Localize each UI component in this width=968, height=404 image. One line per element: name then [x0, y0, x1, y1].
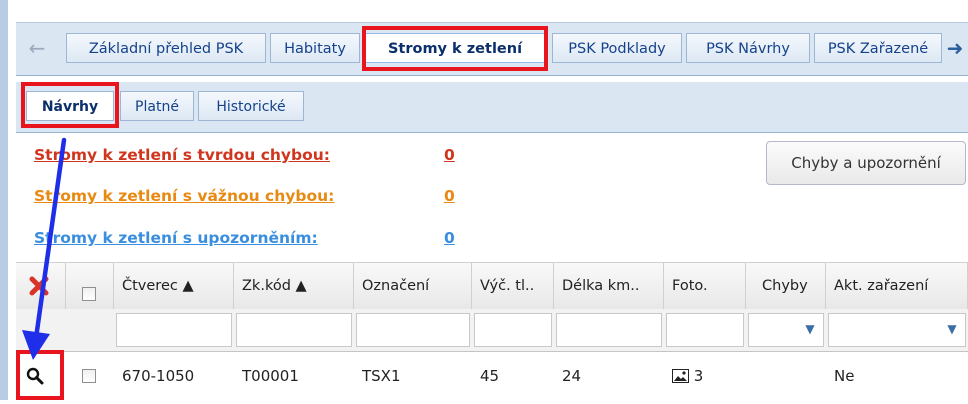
photo-count: 3 [693, 367, 704, 385]
filter-vyc-tl[interactable] [474, 313, 552, 347]
tab-psk-podklady[interactable]: PSK Podklady [552, 33, 682, 63]
filter-zk-kod[interactable] [236, 313, 352, 347]
arrow-right-icon[interactable]: ➜ [944, 34, 966, 62]
col-header-foto[interactable]: Foto. [664, 263, 746, 309]
tab-label: Stromy k zetlení [387, 41, 523, 57]
tab-label: Základní přehled PSK [88, 41, 244, 57]
grid-filter-row: ▼ ▼ [16, 309, 968, 352]
tab-label: PSK Zařazené [827, 41, 929, 57]
grid-header: Čtverec ▲ Zk.kód ▲ Označení Výč. tl.. Dé… [16, 262, 968, 310]
row-checkbox[interactable] [82, 369, 96, 383]
col-header-delka[interactable]: Délka km.. [554, 263, 664, 309]
filter-oznaceni[interactable] [356, 313, 470, 347]
subtab-label: Návrhy [41, 99, 99, 115]
filter-foto[interactable] [666, 313, 744, 347]
detail-cell[interactable] [16, 352, 66, 400]
serious-error-count[interactable]: 0 [444, 184, 455, 208]
chevron-down-icon[interactable]: ▼ [803, 322, 817, 336]
tab-habitaty[interactable]: Habitaty [270, 33, 360, 63]
errors-and-warnings-button[interactable]: Chyby a upozornění [766, 141, 966, 185]
tab-zakladni-prehled[interactable]: Základní přehled PSK [66, 33, 266, 63]
filter-akt-zarazeni-select[interactable]: ▼ [828, 313, 966, 347]
col-header-vyc-tl[interactable]: Výč. tl.. [472, 263, 554, 309]
warning-link[interactable]: Stromy k zetlení s upozorněním: [34, 226, 318, 250]
subtab-historicke[interactable]: Historické [198, 91, 304, 121]
cell-oznaceni: TSX1 [362, 367, 401, 385]
arrow-left-icon[interactable]: ← [26, 34, 48, 62]
image-icon[interactable] [672, 369, 689, 383]
cell-delka: 24 [562, 367, 582, 385]
table-row[interactable]: 670-1050 T00001 TSX1 45 24 3 Ne [16, 352, 968, 400]
chevron-down-icon[interactable]: ▼ [945, 322, 959, 336]
cell-chyby [746, 352, 826, 400]
red-x-icon[interactable] [28, 275, 50, 297]
cell-foto[interactable]: 3 [664, 352, 746, 400]
tab-stromy-k-zetleni[interactable]: Stromy k zetlení [364, 33, 546, 63]
subtab-platne[interactable]: Platné [120, 91, 194, 121]
left-border [0, 0, 8, 400]
trees-grid: Čtverec ▲ Zk.kód ▲ Označení Výč. tl.. Dé… [16, 262, 968, 400]
main-tab-strip: ← Základní přehled PSK Habitaty Stromy k… [16, 22, 968, 76]
hard-error-link[interactable]: Stromy k zetlení s tvrdou chybou: [34, 143, 330, 167]
filter-chyby-select[interactable]: ▼ [748, 313, 824, 347]
tab-label: Habitaty [284, 41, 346, 57]
col-header-chyby[interactable]: Chyby [746, 263, 826, 309]
hard-error-count[interactable]: 0 [444, 143, 455, 167]
cell-zk-kod: T00001 [242, 367, 299, 385]
magnifier-icon[interactable] [26, 367, 44, 385]
col-header-akt-zarazeni[interactable]: Akt. zařazení [826, 263, 968, 309]
tab-psk-zarazene[interactable]: PSK Zařazené [814, 33, 942, 63]
tab-psk-navrhy[interactable]: PSK Návrhy [686, 33, 810, 63]
sub-tab-strip: Návrhy Platné Historické [16, 82, 968, 133]
warning-count[interactable]: 0 [444, 226, 455, 250]
tab-label: PSK Návrhy [706, 41, 790, 57]
subtab-label: Historické [216, 99, 286, 115]
subtab-label: Platné [135, 99, 179, 115]
clear-filter-cell[interactable] [16, 263, 66, 309]
filter-delka[interactable] [556, 313, 662, 347]
select-all-cell [66, 263, 114, 309]
col-header-ctverec[interactable]: Čtverec ▲ [114, 263, 234, 309]
col-header-oznaceni[interactable]: Označení [354, 263, 472, 309]
cell-vyc-tl: 45 [480, 367, 500, 385]
row-select-cell [66, 352, 114, 400]
tab-label: PSK Podklady [568, 41, 666, 57]
cell-akt-zarazeni: Ne [834, 367, 855, 385]
subtab-navrhy[interactable]: Návrhy [26, 91, 114, 121]
cell-ctverec: 670-1050 [122, 367, 195, 385]
select-all-checkbox[interactable] [82, 287, 96, 301]
filter-ctverec[interactable] [116, 313, 232, 347]
col-header-zk-kod[interactable]: Zk.kód ▲ [234, 263, 354, 309]
serious-error-link[interactable]: Stromy k zetlení s vážnou chybou: [34, 184, 334, 208]
